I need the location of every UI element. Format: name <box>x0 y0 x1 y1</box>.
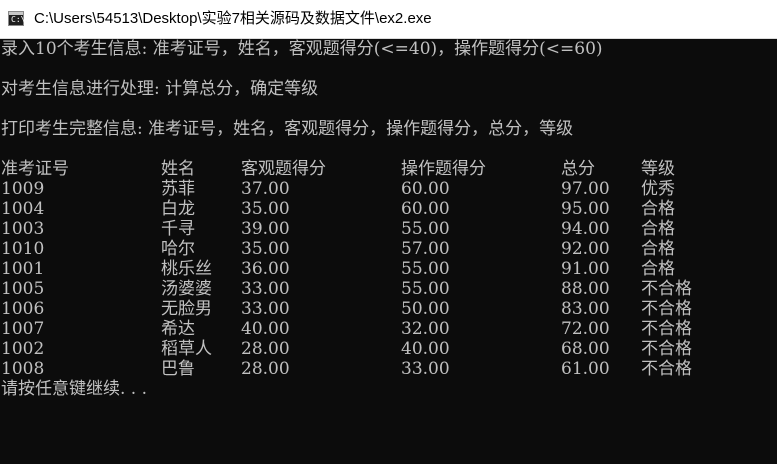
cell-id: 1005 <box>1 279 45 299</box>
cell-name: 哈尔 <box>161 239 195 259</box>
cell-grade: 不合格 <box>641 299 692 319</box>
cell-name: 汤婆婆 <box>161 279 212 299</box>
cell-practical-score: 33.00 <box>401 359 450 379</box>
cell-practical-score: 60.00 <box>401 179 450 199</box>
table-row: 1002 稻草人 28.00 40.00 68.00 不合格 <box>0 339 777 359</box>
cell-name: 希达 <box>161 319 195 339</box>
cell-grade: 优秀 <box>641 179 675 199</box>
header-practical-score: 操作题得分 <box>401 159 486 179</box>
cell-practical-score: 50.00 <box>401 299 450 319</box>
console-app-icon: C:\ <box>8 11 25 26</box>
cell-practical-score: 55.00 <box>401 279 450 299</box>
console-output[interactable]: 录入10个考生信息: 准考证号，姓名，客观题得分(<=40)，操作题得分(<=6… <box>0 39 777 464</box>
prompt-print-line: 打印考生完整信息: 准考证号，姓名，客观题得分，操作题得分，总分，等级 <box>1 119 574 139</box>
cell-practical-score: 55.00 <box>401 259 450 279</box>
cell-grade: 不合格 <box>641 339 692 359</box>
cell-grade: 不合格 <box>641 319 692 339</box>
cell-id: 1002 <box>1 339 45 359</box>
cell-id: 1004 <box>1 199 45 219</box>
prompt-process-line: 对考生信息进行处理: 计算总分，确定等级 <box>1 79 319 99</box>
cell-grade: 合格 <box>641 199 675 219</box>
cell-practical-score: 32.00 <box>401 319 450 339</box>
cell-id: 1003 <box>1 219 45 239</box>
cell-name: 白龙 <box>161 199 195 219</box>
table-row: 1004 白龙 35.00 60.00 95.00 合格 <box>0 199 777 219</box>
cell-id: 1006 <box>1 299 45 319</box>
cell-total-score: 83.00 <box>561 299 610 319</box>
cell-practical-score: 55.00 <box>401 219 450 239</box>
cell-practical-score: 60.00 <box>401 199 450 219</box>
title-bar[interactable]: C:\ C:\Users\54513\Desktop\实验7相关源码及数据文件\… <box>0 0 777 39</box>
header-objective-score: 客观题得分 <box>241 159 326 179</box>
table-row: 1001 桃乐丝 36.00 55.00 91.00 合格 <box>0 259 777 279</box>
header-name: 姓名 <box>161 159 195 179</box>
table-row: 1009 苏菲 37.00 60.00 97.00 优秀 <box>0 179 777 199</box>
cell-total-score: 68.00 <box>561 339 610 359</box>
cell-objective-score: 37.00 <box>241 179 290 199</box>
press-any-key-line: 请按任意键继续. . . <box>1 379 148 399</box>
cell-grade: 不合格 <box>641 359 692 379</box>
prompt-input-line: 录入10个考生信息: 准考证号，姓名，客观题得分(<=40)，操作题得分(<=6… <box>1 39 603 59</box>
header-grade: 等级 <box>641 159 675 179</box>
cell-grade: 合格 <box>641 259 675 279</box>
cell-grade: 不合格 <box>641 279 692 299</box>
cell-practical-score: 57.00 <box>401 239 450 259</box>
cell-total-score: 97.00 <box>561 179 610 199</box>
cell-id: 1010 <box>1 239 45 259</box>
cell-objective-score: 28.00 <box>241 359 290 379</box>
cell-total-score: 91.00 <box>561 259 610 279</box>
cell-total-score: 92.00 <box>561 239 610 259</box>
cell-objective-score: 36.00 <box>241 259 290 279</box>
cell-objective-score: 39.00 <box>241 219 290 239</box>
cell-id: 1007 <box>1 319 45 339</box>
cell-objective-score: 35.00 <box>241 239 290 259</box>
header-total-score: 总分 <box>561 159 595 179</box>
cell-id: 1008 <box>1 359 45 379</box>
table-row: 1010 哈尔 35.00 57.00 92.00 合格 <box>0 239 777 259</box>
header-id: 准考证号 <box>1 159 69 179</box>
cell-objective-score: 40.00 <box>241 319 290 339</box>
cell-total-score: 88.00 <box>561 279 610 299</box>
cell-grade: 合格 <box>641 219 675 239</box>
cell-name: 千寻 <box>161 219 195 239</box>
cell-total-score: 94.00 <box>561 219 610 239</box>
table-row: 1003 千寻 39.00 55.00 94.00 合格 <box>0 219 777 239</box>
cell-name: 巴鲁 <box>161 359 195 379</box>
cell-name: 稻草人 <box>161 339 212 359</box>
window-title: C:\Users\54513\Desktop\实验7相关源码及数据文件\ex2.… <box>34 10 432 27</box>
cell-total-score: 72.00 <box>561 319 610 339</box>
cell-id: 1009 <box>1 179 45 199</box>
table-row: 1008 巴鲁 28.00 33.00 61.00 不合格 <box>0 359 777 379</box>
cell-objective-score: 28.00 <box>241 339 290 359</box>
cell-objective-score: 33.00 <box>241 299 290 319</box>
table-row: 1006 无脸男 33.00 50.00 83.00 不合格 <box>0 299 777 319</box>
console-window: C:\ C:\Users\54513\Desktop\实验7相关源码及数据文件\… <box>0 0 777 464</box>
cell-objective-score: 33.00 <box>241 279 290 299</box>
cell-practical-score: 40.00 <box>401 339 450 359</box>
cell-total-score: 61.00 <box>561 359 610 379</box>
table-header-row: 准考证号 姓名 客观题得分 操作题得分 总分 等级 <box>0 159 777 179</box>
cell-grade: 合格 <box>641 239 675 259</box>
table-row: 1005 汤婆婆 33.00 55.00 88.00 不合格 <box>0 279 777 299</box>
cell-name: 桃乐丝 <box>161 259 212 279</box>
cell-total-score: 95.00 <box>561 199 610 219</box>
cell-id: 1001 <box>1 259 45 279</box>
cell-name: 无脸男 <box>161 299 212 319</box>
cell-name: 苏菲 <box>161 179 195 199</box>
cell-objective-score: 35.00 <box>241 199 290 219</box>
table-row: 1007 希达 40.00 32.00 72.00 不合格 <box>0 319 777 339</box>
